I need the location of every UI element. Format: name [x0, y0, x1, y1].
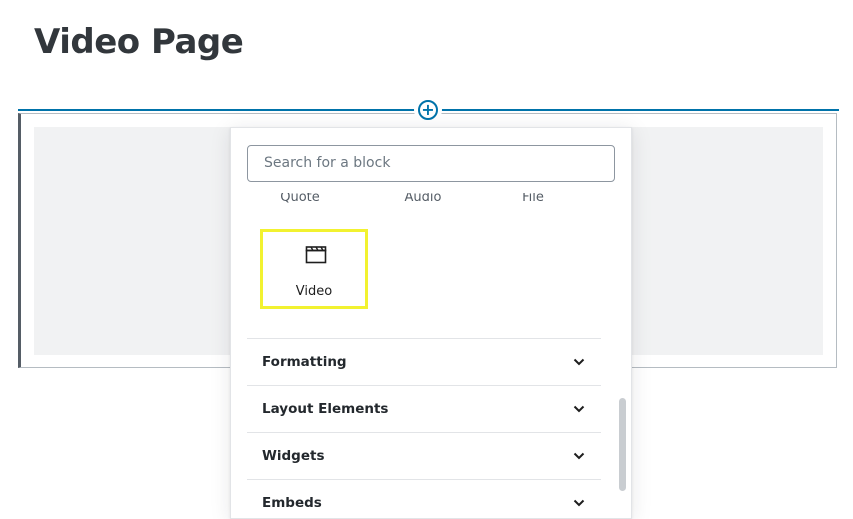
block-item-video[interactable]: Video — [260, 229, 368, 309]
block-item-file-label[interactable]: File — [478, 193, 588, 205]
category-label: Widgets — [262, 448, 325, 464]
block-item-video-label: Video — [295, 284, 333, 299]
block-inserter-popover: Search for a block Quote Audio File Vide… — [230, 127, 632, 519]
category-widgets[interactable]: Widgets — [247, 432, 601, 479]
add-block-plus-icon[interactable]: + — [418, 100, 438, 120]
chevron-down-icon — [573, 499, 585, 507]
inserter-scrollbar[interactable] — [619, 398, 626, 491]
chevron-down-icon — [573, 452, 585, 460]
page-title[interactable]: Video Page — [34, 22, 244, 62]
block-item-quote-label[interactable]: Quote — [247, 193, 355, 205]
video-clapper-icon — [305, 246, 327, 264]
partial-block-labels: Quote Audio File — [247, 193, 615, 209]
block-item-audio-label[interactable]: Audio — [368, 193, 478, 205]
chevron-down-icon — [573, 405, 585, 413]
category-label: Embeds — [262, 495, 322, 511]
chevron-down-icon — [573, 358, 585, 366]
category-label: Layout Elements — [262, 401, 389, 417]
block-search-input[interactable]: Search for a block — [247, 145, 615, 182]
category-label: Formatting — [262, 354, 347, 370]
category-layout-elements[interactable]: Layout Elements — [247, 385, 601, 432]
block-category-list: Formatting Layout Elements Widgets Embed… — [247, 338, 601, 518]
category-embeds[interactable]: Embeds — [247, 479, 601, 518]
category-formatting[interactable]: Formatting — [247, 338, 601, 385]
